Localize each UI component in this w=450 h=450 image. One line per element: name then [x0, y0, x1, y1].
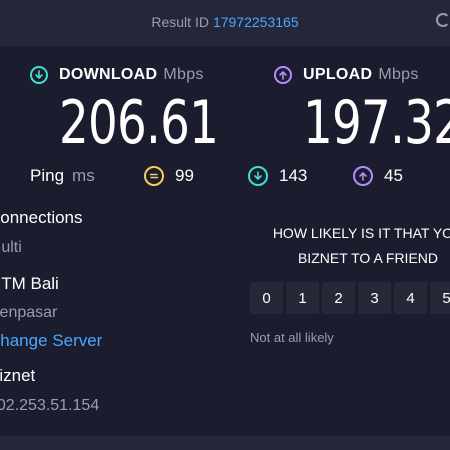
download-unit: Mbps: [163, 66, 204, 83]
ping-upload-value: 45: [384, 166, 403, 185]
server-location: Denpasar: [0, 304, 58, 321]
upload-header: UPLOAD Mbps: [274, 66, 419, 84]
ping-idle-icon: [144, 166, 164, 186]
download-arrow-icon: [30, 66, 48, 84]
upload-label: UPLOAD: [303, 66, 373, 83]
scale-option-2[interactable]: 2: [322, 282, 355, 314]
survey-low-label: Not at all likely: [250, 330, 334, 345]
ping-upload: 45: [353, 166, 403, 186]
ping-label-row: Ping ms: [30, 166, 95, 186]
scale-option-0[interactable]: 0: [250, 282, 283, 314]
scale-option-4[interactable]: 4: [394, 282, 427, 314]
change-server-link[interactable]: Change Server: [0, 331, 102, 351]
isp-name: Biznet: [0, 366, 36, 385]
survey-scale: 0 1 2 3 4 5: [250, 282, 450, 314]
upload-arrow-icon: [274, 66, 292, 84]
survey-question-line1: HOW LIKELY IS IT THAT YOU: [272, 225, 450, 241]
ping-idle-value: 99: [175, 166, 194, 185]
download-header: DOWNLOAD Mbps: [30, 66, 204, 84]
ping-upload-icon: [353, 166, 373, 186]
ping-download-icon: [248, 166, 268, 186]
scale-option-5[interactable]: 5: [430, 282, 450, 314]
upload-unit: Mbps: [378, 66, 419, 83]
ping-label: Ping: [30, 166, 65, 185]
scale-option-1[interactable]: 1: [286, 282, 319, 314]
connections-title: Connections: [0, 208, 83, 227]
download-speed: 206.61: [59, 88, 219, 158]
top-bar: Result ID 17972253165: [0, 0, 450, 46]
result-id-label: Result ID: [151, 14, 209, 30]
result-id-row: Result ID 17972253165: [0, 14, 450, 30]
upload-speed: 197.32: [303, 88, 450, 158]
result-id-link[interactable]: 17972253165: [213, 14, 299, 30]
ping-idle: 99: [144, 166, 194, 186]
server-name: GTM Bali: [0, 274, 59, 293]
connections-mode[interactable]: Multi: [0, 239, 22, 257]
survey-question-line2: BIZNET TO A FRIEND: [297, 250, 439, 266]
survey-question: HOW LIKELY IS IT THAT YOU BIZNET TO A FR…: [258, 221, 450, 271]
ping-unit: ms: [72, 166, 95, 185]
isp-ip: 202.253.51.154: [0, 397, 100, 414]
scale-option-3[interactable]: 3: [358, 282, 391, 314]
ping-download-value: 143: [279, 166, 308, 185]
download-label: DOWNLOAD: [59, 66, 158, 83]
share-icon[interactable]: [436, 13, 450, 27]
ping-download: 143: [248, 166, 307, 186]
results-panel: DOWNLOAD Mbps 206.61 UPLOAD Mbps 197.32 …: [0, 46, 450, 436]
bottom-bar: [0, 436, 450, 450]
